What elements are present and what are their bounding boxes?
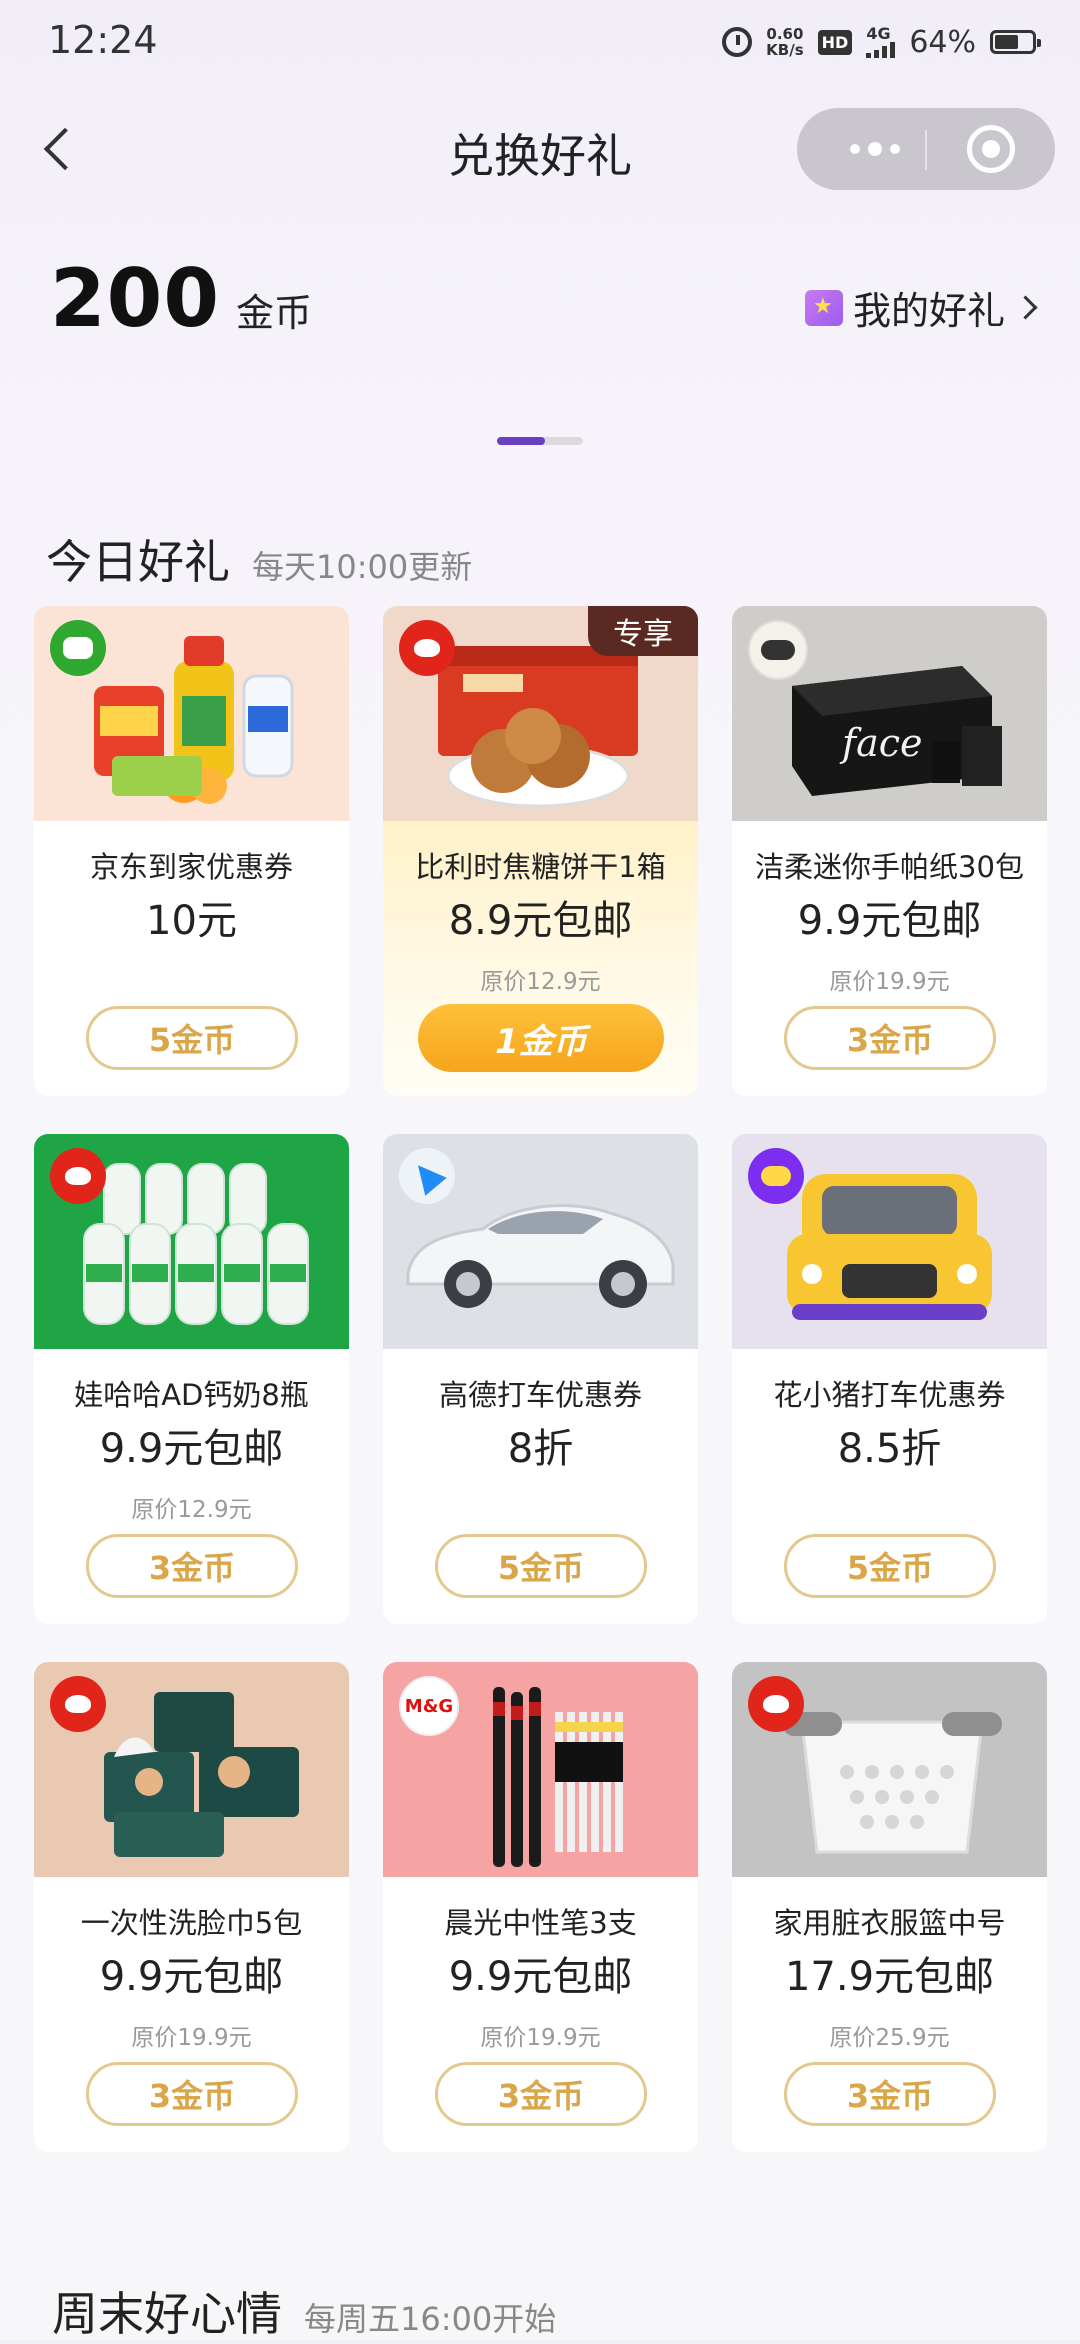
product-card[interactable]: M&G 晨光中性笔3支 9.9元包邮 原价19.9元 3金币 [383,1662,698,2152]
status-time: 12:24 [48,18,158,62]
product-name: 比利时焦糖饼干1箱 [415,850,666,884]
product-name: 晨光中性笔3支 [444,1906,637,1940]
original-price: 原价12.9元 [131,1497,252,1523]
product-price: 9.9元包邮 [797,898,982,944]
product-card[interactable]: 家用脏衣服篮中号 17.9元包邮 原价25.9元 3金币 [732,1662,1047,2152]
product-name: 娃哈哈AD钙奶8瓶 [74,1378,309,1412]
status-bar: 12:24 0.60 KB/s HD 4G 64% [0,0,1080,80]
status-icons: 0.60 KB/s HD 4G 64% [722,22,1041,62]
redeem-button[interactable]: 3金币 [784,1006,996,1070]
product-price: 8.5折 [837,1426,942,1472]
product-name: 高德打车优惠券 [438,1378,642,1412]
section-subtitle: 每天10:00更新 [252,548,473,586]
redeem-button[interactable]: 5金币 [435,1534,647,1598]
section-title: 周末好心情 [52,2287,282,2341]
product-price: 17.9元包邮 [784,1954,995,2000]
redeem-button[interactable]: 1金币 [418,1004,664,1072]
original-price: 原价19.9元 [131,2025,252,2051]
redeem-button[interactable]: 5金币 [86,1006,298,1070]
section-subtitle: 每周五16:00开始 [304,2300,557,2338]
my-gifts-label: 我的好礼 [852,289,1005,333]
product-card[interactable]: 一次性洗脸巾5包 9.9元包邮 原价19.9元 3金币 [34,1662,349,2152]
product-price: 9.9元包邮 [448,1954,633,2000]
huaxiaozhu-logo-icon [748,1148,804,1204]
product-card[interactable]: 专享 比利时焦糖饼干1箱 8.9元包邮 原价12.9元 1金币 [383,606,698,1096]
product-price: 9.9元包邮 [99,1954,284,2000]
chevron-right-icon [1013,295,1038,320]
gift-calendar-icon [804,289,843,326]
net-speed: 0.60 KB/s [766,25,804,59]
product-price: 8折 [507,1426,574,1472]
original-price: 原价12.9元 [480,969,601,995]
product-price: 9.9元包邮 [99,1426,284,1472]
product-card[interactable]: 高德打车优惠券 8折 5金币 [383,1134,698,1624]
section-today-header: 今日好礼 每天10:00更新 [46,526,472,592]
hd-icon: HD [817,29,853,55]
close-target-icon[interactable] [967,125,1015,173]
product-name: 洁柔迷你手帕纸30包 [755,850,1024,884]
redeem-button[interactable]: 3金币 [86,1534,298,1598]
redeem-button[interactable]: 5金币 [784,1534,996,1598]
redeem-button[interactable]: 3金币 [784,2062,996,2126]
jd-logo-icon [50,1148,106,1204]
exclusive-tag: 专享 [588,606,698,656]
battery-percent: 64% [909,24,976,60]
product-card[interactable]: 花小猪打车优惠券 8.5折 5金币 [732,1134,1047,1624]
original-price: 原价19.9元 [480,2025,601,2051]
battery-icon [990,30,1041,54]
section-title: 今日好礼 [46,535,230,589]
original-price: 原价19.9元 [829,969,950,995]
jd-logo-icon [399,620,455,676]
product-price: 8.9元包邮 [448,898,633,944]
signal-icon: 4G [866,26,896,58]
redeem-button[interactable]: 3金币 [86,2062,298,2126]
product-card[interactable]: face 洁柔迷你手帕纸30包 9.9元包邮 原价19.9元 3金币 [732,606,1047,1096]
svg-text:face: face [839,721,923,765]
more-icon[interactable] [835,108,915,190]
coin-unit: 金币 [236,291,313,335]
my-gifts-link[interactable]: 我的好礼 [804,280,1038,335]
page-indicator [497,437,583,445]
redeem-button[interactable]: 3金币 [435,2062,647,2126]
product-name: 花小猪打车优惠券 [773,1378,1006,1412]
jd-home-logo-icon [50,620,106,676]
product-card[interactable]: 娃哈哈AD钙奶8瓶 9.9元包邮 原价12.9元 3金币 [34,1134,349,1624]
mini-program-capsule [797,108,1055,190]
coin-balance: 200 金币 [50,252,312,345]
jd-logo-icon [50,1676,106,1732]
product-name: 家用脏衣服篮中号 [773,1906,1006,1940]
section-weekend-header: 周末好心情 每周五16:00开始 [52,2278,556,2344]
amap-logo-icon [399,1148,455,1204]
coin-count: 200 [50,252,220,345]
product-price: 10元 [146,898,237,944]
original-price: 原价25.9元 [829,2025,950,2051]
mg-logo-icon: M&G [399,1676,459,1736]
jd-logo-icon [748,1676,804,1732]
product-name: 一次性洗脸巾5包 [80,1906,303,1940]
product-card[interactable]: 京东到家优惠券 10元 5金币 [34,606,349,1096]
alarm-icon [722,27,753,57]
product-name: 京东到家优惠券 [89,850,293,884]
jierou-logo-icon [748,620,808,680]
